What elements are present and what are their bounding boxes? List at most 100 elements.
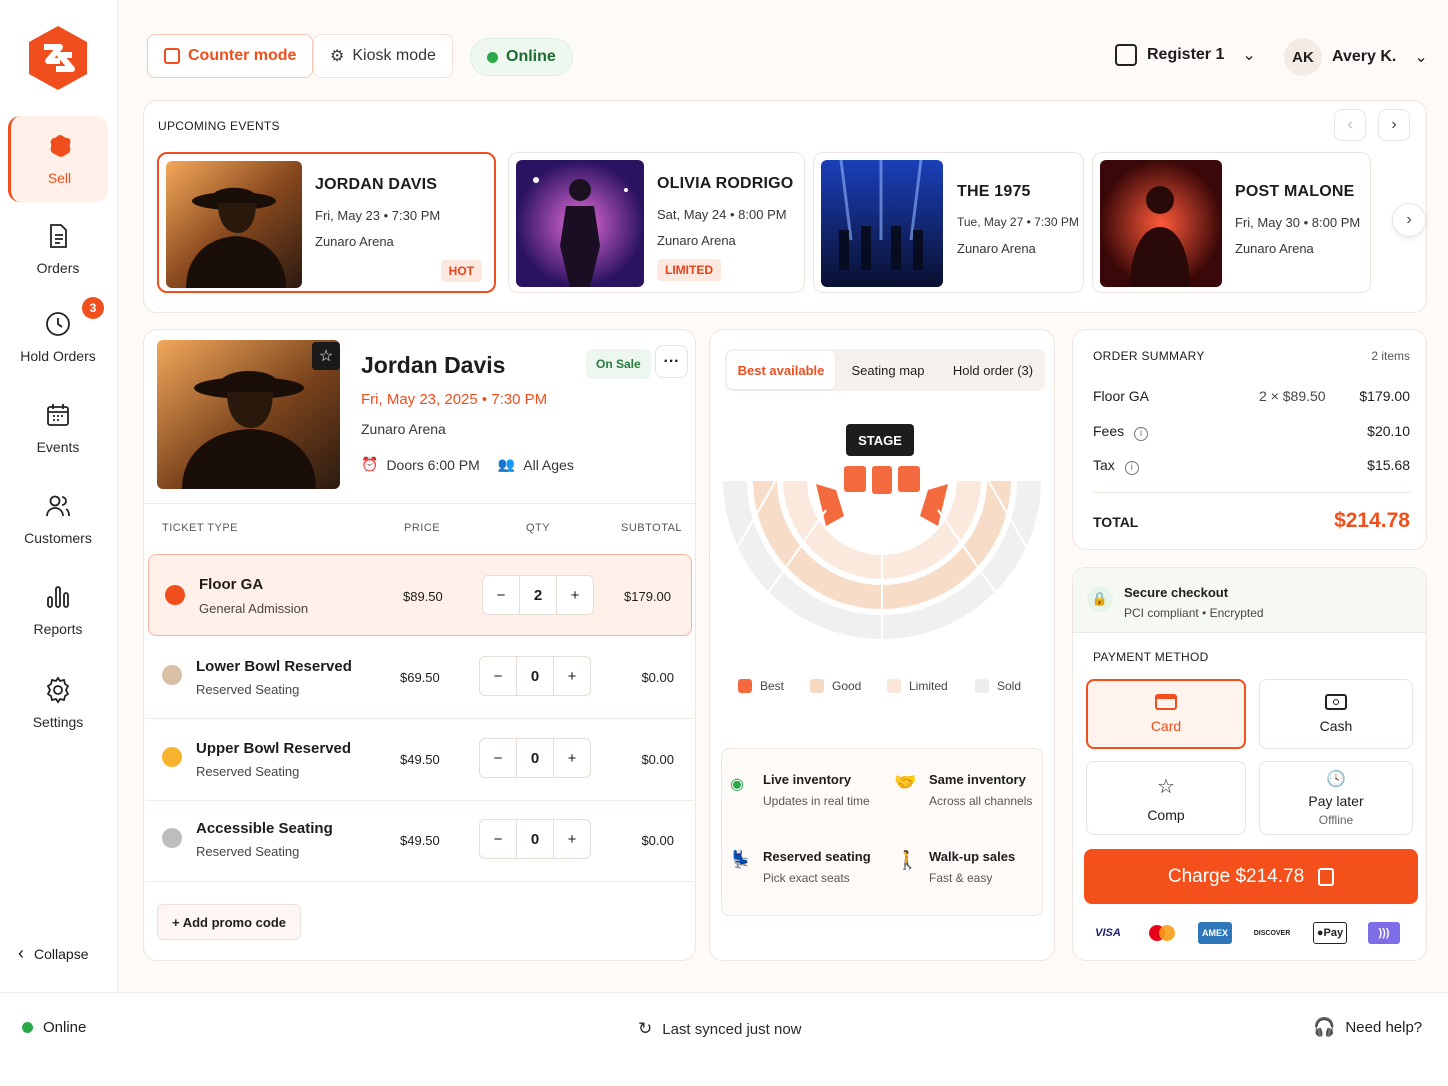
event-card-the-1975[interactable]: THE 1975 Tue, May 27 • 7:30 PM Zunaro Ar…: [813, 152, 1084, 293]
chevron-left-icon: ‹: [18, 943, 24, 963]
increase-button[interactable]: +: [557, 587, 593, 604]
next-events-button[interactable]: ›: [1378, 109, 1410, 141]
more-options-button[interactable]: ···: [655, 345, 688, 378]
ticket-color-dot: [162, 828, 182, 848]
event-card-jordan-davis[interactable]: JORDAN DAVIS Fri, May 23 • 7:30 PM Zunar…: [157, 152, 496, 293]
payment-method-title: PAYMENT METHOD: [1093, 650, 1209, 664]
sidebar-item-orders[interactable]: Orders: [8, 206, 108, 292]
ticket-row-accessible[interactable]: Accessible Seating Reserved Seating $49.…: [146, 800, 694, 882]
ticket-row-floor-ga[interactable]: Floor GA General Admission $89.50 − 2 + …: [148, 554, 692, 636]
increase-button[interactable]: +: [554, 831, 590, 848]
increase-button[interactable]: +: [554, 750, 590, 767]
event-card-post-malone[interactable]: POST MALONE Fri, May 30 • 8:00 PM Zunaro…: [1092, 152, 1371, 293]
charge-button[interactable]: Charge $214.78: [1084, 849, 1418, 904]
ticket-subtotal: $0.00: [641, 752, 674, 767]
ticket-color-dot: [162, 747, 182, 767]
tab-best-available[interactable]: Best available: [727, 351, 835, 389]
seating-map[interactable]: [716, 420, 1048, 660]
contactless-logo: ))): [1368, 922, 1400, 944]
event-image: [516, 160, 644, 287]
ticket-sub: Reserved Seating: [196, 844, 300, 859]
cash-icon: [1325, 694, 1347, 710]
cash-payment-button[interactable]: Cash: [1259, 679, 1413, 749]
sidebar-item-label: Settings: [32, 714, 84, 730]
credit-card-icon: [1155, 694, 1177, 710]
quantity-value: 0: [516, 657, 554, 695]
user-menu[interactable]: AK Avery K. ⌄: [1284, 38, 1428, 76]
sidebar-item-settings[interactable]: Settings: [8, 660, 108, 746]
lock-icon: [1318, 867, 1335, 886]
ticket-name: Lower Bowl Reserved: [196, 658, 352, 675]
card-payment-button[interactable]: Card: [1086, 679, 1246, 749]
kiosk-mode-button[interactable]: ⚙ Kiosk mode: [313, 34, 453, 78]
register-label: Register 1: [1147, 46, 1225, 63]
sidebar-item-sell[interactable]: Sell: [8, 116, 108, 202]
apple-pay-logo: ● Pay: [1313, 922, 1347, 944]
counter-mode-button[interactable]: Counter mode: [147, 34, 314, 78]
favorite-star-button[interactable]: ☆: [312, 342, 340, 370]
ticket-name: Accessible Seating: [196, 820, 333, 837]
event-venue: Zunaro Arena: [957, 241, 1036, 256]
clock-icon: 🕓: [1326, 771, 1346, 788]
need-help-link[interactable]: 🎧 Need help?: [1313, 1017, 1422, 1038]
user-name: Avery K.: [1332, 48, 1397, 65]
sidebar-item-customers[interactable]: Customers: [8, 476, 108, 562]
tab-seating-map[interactable]: Seating map: [840, 351, 936, 389]
avatar: AK: [1284, 38, 1322, 76]
charge-label: Charge $214.78: [1167, 865, 1305, 887]
doors-time: ⏰ Doors 6:00 PM 👥 All Ages: [361, 456, 574, 473]
hot-tag: HOT: [440, 260, 482, 282]
summary-floor-qty: 2 × $89.50: [1259, 388, 1326, 404]
quantity-value: 0: [516, 739, 554, 777]
event-datetime: Fri, May 23, 2025 • 7:30 PM: [361, 391, 548, 408]
quantity-stepper: − 2 +: [482, 575, 594, 615]
live-icon: ◉: [730, 776, 744, 793]
scroll-events-right-button[interactable]: ›: [1392, 203, 1426, 237]
add-promo-code-button[interactable]: + Add promo code: [157, 904, 301, 940]
handshake-icon: 🤝: [894, 772, 917, 792]
sidebar-item-label: Reports: [33, 621, 83, 637]
sidebar: Sell Orders Hold Orders 3 Events Custome…: [0, 0, 118, 992]
secure-checkout-banner: [1073, 568, 1426, 633]
legend-best: Best: [738, 679, 784, 693]
collapse-button[interactable]: ‹ Collapse: [18, 943, 88, 964]
chevron-right-icon: ›: [1391, 116, 1397, 133]
ticket-color-dot: [165, 585, 185, 605]
col-subtotal: SUBTOTAL: [621, 522, 683, 534]
ticket-price: $69.50: [400, 670, 440, 685]
legend-sold: Sold: [975, 679, 1021, 693]
discover-logo: DISCOVER: [1253, 929, 1291, 937]
ticket-subtotal: $0.00: [641, 833, 674, 848]
ticket-row-lower-bowl[interactable]: Lower Bowl Reserved Reserved Seating $69…: [146, 637, 694, 719]
decrease-button[interactable]: −: [480, 831, 516, 848]
decrease-button[interactable]: −: [483, 587, 519, 604]
tab-hold-order[interactable]: Hold order (3): [942, 351, 1044, 389]
comp-payment-button[interactable]: ☆ Comp: [1086, 761, 1246, 835]
sidebar-item-events[interactable]: Events: [8, 385, 108, 471]
feature-reserved-seating: Reserved seating Pick exact seats: [763, 849, 871, 885]
limited-tag: LIMITED: [657, 259, 721, 281]
ticket-name: Floor GA: [199, 576, 264, 593]
seat-icon: 💺: [730, 850, 752, 869]
ticket-sub: General Admission: [199, 601, 309, 616]
pay-later-button[interactable]: 🕓 Pay later Offline: [1259, 761, 1413, 835]
ticket-price: $89.50: [403, 589, 443, 604]
ticket-row-upper-bowl[interactable]: Upper Bowl Reserved Reserved Seating $49…: [146, 719, 694, 801]
sidebar-item-reports[interactable]: Reports: [8, 567, 108, 653]
ticket-price: $49.50: [400, 833, 440, 848]
prev-events-button[interactable]: ‹: [1334, 109, 1366, 141]
users-icon: 👥: [497, 456, 516, 472]
summary-fees: $20.10: [1367, 423, 1410, 439]
online-dot: [487, 51, 498, 63]
hold-orders-badge: 3: [82, 297, 104, 319]
feature-live-inventory: Live inventory Updates in real time: [763, 772, 870, 808]
register-select[interactable]: Register 1 ⌄: [1115, 44, 1256, 66]
secure-title: Secure checkout: [1124, 585, 1229, 600]
decrease-button[interactable]: −: [480, 668, 516, 685]
event-card-olivia-rodrigo[interactable]: OLIVIA RODRIGO Sat, May 24 • 8:00 PM Zun…: [508, 152, 805, 293]
increase-button[interactable]: +: [554, 668, 590, 685]
decrease-button[interactable]: −: [480, 750, 516, 767]
event-name: THE 1975: [957, 183, 1031, 200]
quantity-value: 0: [516, 820, 554, 858]
event-venue: Zunaro Arena: [361, 421, 446, 437]
